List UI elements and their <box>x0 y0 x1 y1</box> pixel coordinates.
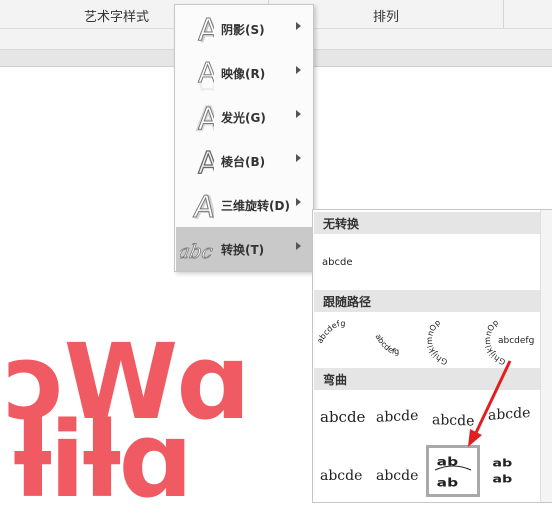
svg-text:ab: ab <box>437 456 459 468</box>
svg-text:ab: ab <box>492 472 512 484</box>
warp-sample: abcde <box>376 468 418 484</box>
warp-sample: abcde <box>320 468 362 484</box>
menu-item-glow[interactable]: A A 发光(G) <box>176 95 312 139</box>
section-heading-text: 跟随路径 <box>323 295 372 309</box>
menu-item-label: 三维旋转(D) <box>221 199 290 213</box>
menu-item-label: 转换(T) <box>221 243 265 257</box>
wordart-styles-group-label: 艺术字样式 <box>84 10 150 25</box>
menu-item-label: 阴影(S) <box>221 23 265 37</box>
warp-arch-down-option[interactable]: abcde <box>374 458 426 488</box>
svg-text:abcdefg: abcdefg <box>316 319 346 345</box>
letter-a-glow-icon: A A <box>196 100 214 135</box>
abc-transform-icon: abc <box>180 240 214 264</box>
follow-path-sample: abcdefg <box>498 336 534 346</box>
svg-text:A: A <box>192 190 214 223</box>
gallery-scrollbar[interactable] <box>540 210 552 502</box>
follow-path-sample: abcdefg <box>373 332 399 356</box>
svg-text:ab: ab <box>492 456 512 468</box>
svg-text:abc: abc <box>180 240 214 263</box>
letter-a-bevel-icon: A <box>197 145 214 179</box>
submenu-arrow-icon <box>296 66 301 74</box>
menu-item-shadow[interactable]: A A 阴影(S) <box>176 7 312 51</box>
submenu-arrow-icon <box>296 242 301 250</box>
wordart-text-line2[interactable]: ƚiƚɑ <box>14 408 193 512</box>
section-heading-text: 弯曲 <box>323 373 348 387</box>
letter-a-shadow-icon: A A <box>198 13 215 48</box>
svg-text:A: A <box>198 146 214 179</box>
menu-item-label: 棱台(B) <box>221 155 266 169</box>
submenu-arrow-icon <box>296 110 301 118</box>
arrange-group-label: 排列 <box>373 10 400 25</box>
svg-text:ab: ab <box>437 477 459 489</box>
no-transform-heading: 无转换 <box>314 212 540 234</box>
submenu-arrow-icon <box>296 22 301 30</box>
letter-a-3d-rotation-icon: A A <box>191 189 214 223</box>
menu-item-reflection[interactable]: A A 映像(R) <box>176 51 312 95</box>
ribbon-divider <box>503 0 504 28</box>
svg-text:abcdefg: abcdefg <box>373 332 399 356</box>
svg-text:A: A <box>198 76 214 91</box>
menu-item-bevel[interactable]: A 棱台(B) <box>176 139 312 183</box>
menu-item-3d-rotation[interactable]: A A 三维旋转(D) <box>176 183 312 227</box>
section-heading-text: 无转换 <box>323 217 360 231</box>
arch-up-path-option[interactable]: abcdefg <box>316 312 368 352</box>
letter-a-reflection-icon: A A <box>198 56 215 92</box>
follow-path-heading: 跟随路径 <box>314 290 540 312</box>
warp-plain-option[interactable]: abcde <box>318 400 370 430</box>
submenu-arrow-icon <box>296 198 301 206</box>
menu-item-label: 映像(R) <box>221 67 266 81</box>
no-transform-sample: abcde <box>322 257 353 268</box>
button-warp-option[interactable]: ab ab <box>488 452 536 492</box>
follow-path-sample: GhijklmnOp <box>425 318 449 366</box>
arch-down-path-option[interactable]: abcdefg <box>370 326 422 366</box>
follow-path-sample: abcdefg <box>316 319 346 345</box>
svg-text:A: A <box>198 13 214 47</box>
no-transform-option[interactable]: abcde <box>322 250 352 269</box>
warp-arch-up-option[interactable]: abcde <box>318 458 370 488</box>
text-effects-menu: A A 阴影(S) A A 映像(R) A A 发光(G) A 棱台(B) A … <box>174 4 314 272</box>
svg-text:A: A <box>198 102 214 135</box>
circle-warp-glyph-icon: ab ab <box>434 456 472 490</box>
submenu-arrow-icon <box>296 154 301 162</box>
menu-item-transform[interactable]: abc 转换(T) <box>176 227 312 271</box>
warp-sample: abcde <box>320 408 366 426</box>
warp-sample: abcde <box>376 408 418 426</box>
annotation-arrow-icon <box>468 360 512 447</box>
warp-stop-option[interactable]: abcde <box>374 400 426 430</box>
menu-item-label: 发光(G) <box>221 111 266 125</box>
svg-text:GhijklmnOp: GhijklmnOp <box>425 318 449 366</box>
